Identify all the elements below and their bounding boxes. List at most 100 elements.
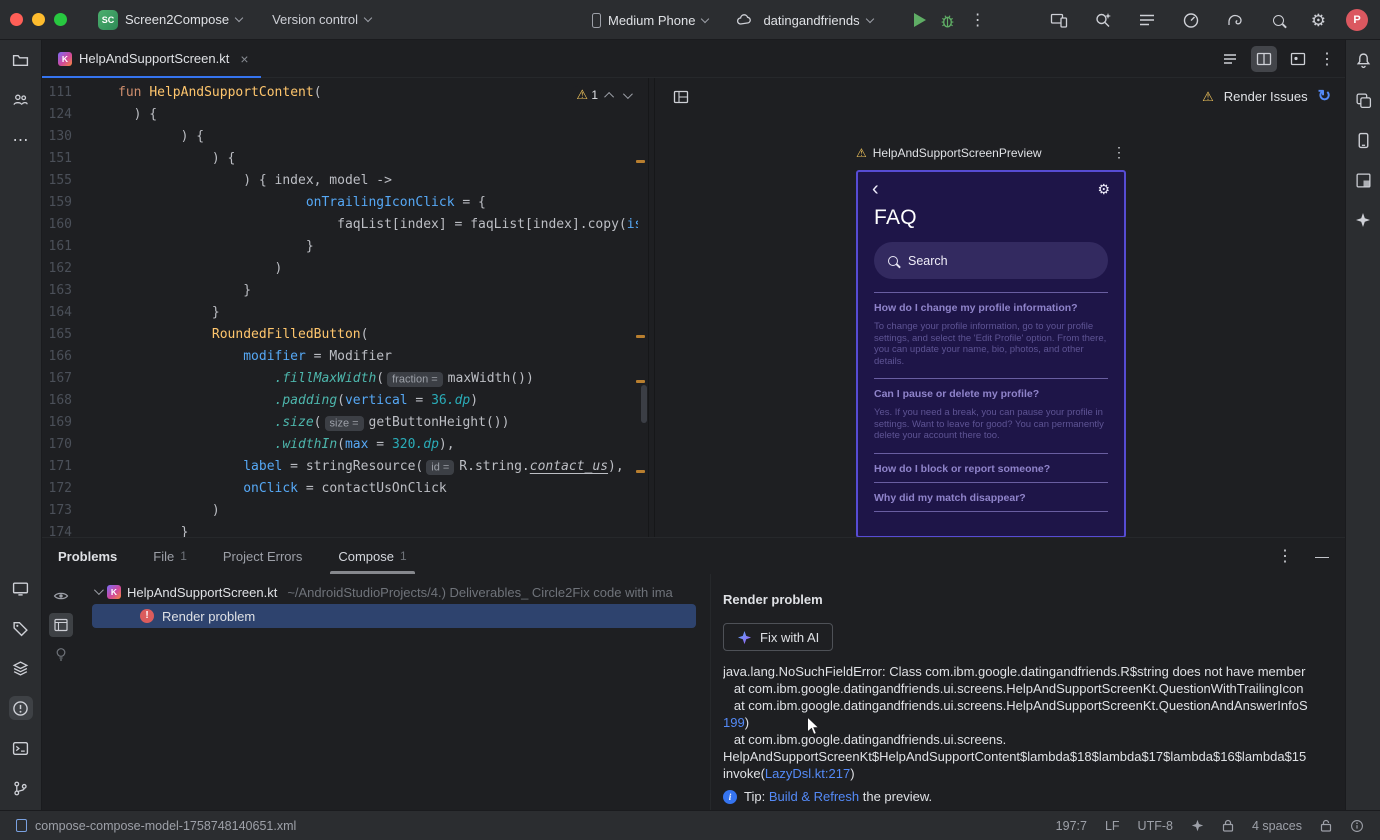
gutter-line-number[interactable]: 174 — [42, 522, 72, 537]
phone-preview-frame[interactable]: ‹ ⚙ FAQ Search How do I change my profil… — [856, 170, 1126, 537]
code-line[interactable]: ) { — [118, 126, 638, 148]
code-line[interactable]: ) { — [118, 104, 638, 126]
editor-tab[interactable]: K HelpAndSupportScreen.kt × — [42, 40, 261, 79]
render-problem-row[interactable]: ! Render problem — [92, 604, 696, 628]
problems-icon[interactable] — [8, 696, 33, 720]
code-line[interactable]: faqList[index] = faqList[index].copy(isE — [118, 214, 638, 236]
problems-file-row[interactable]: K HelpAndSupportScreen.kt ~/AndroidStudi… — [80, 580, 710, 604]
run-button[interactable] — [913, 13, 926, 27]
notifications-bell-icon[interactable] — [1351, 48, 1375, 72]
preview-toggle-eye-icon[interactable] — [49, 584, 73, 608]
next-issue-icon[interactable] — [622, 88, 633, 99]
gutter-line-number[interactable]: 171 — [42, 456, 72, 478]
debug-button[interactable] — [936, 8, 960, 32]
quickfix-bulb-icon[interactable] — [49, 642, 73, 666]
code-line[interactable]: .fillMaxWidth(fraction = maxWidth()) — [118, 368, 638, 390]
render-issues-label[interactable]: Render Issues — [1224, 89, 1308, 104]
gutter-line-number[interactable]: 165 — [42, 324, 72, 346]
code-line[interactable]: ) — [118, 500, 638, 522]
gutter-line-number[interactable]: 173 — [42, 500, 72, 522]
code-line[interactable]: fun HelpAndSupportContent( — [118, 82, 638, 104]
editor-layout-icon[interactable] — [669, 85, 693, 109]
task-list-icon[interactable] — [1135, 8, 1159, 32]
code-line[interactable]: label = stringResource(id = R.string.cont… — [118, 456, 638, 478]
build-icon[interactable] — [9, 656, 33, 680]
code-line[interactable]: ) { index, model -> — [118, 170, 638, 192]
problems-panel-title[interactable]: Problems — [58, 549, 117, 564]
design-view-icon[interactable] — [1285, 46, 1311, 72]
more-tool-windows-icon[interactable]: ⋯ — [9, 128, 33, 152]
warning-stripe-mark[interactable] — [636, 470, 645, 473]
fix-with-ai-button[interactable]: Fix with AI — [723, 623, 834, 651]
gutter-line-number[interactable]: 168 — [42, 390, 72, 412]
gutter-line-number[interactable]: 162 — [42, 258, 72, 280]
gutter-line-number[interactable]: 170 — [42, 434, 72, 456]
gutter-line-number[interactable]: 166 — [42, 346, 72, 368]
stack-trace-link[interactable]: LazyDsl.kt:217 — [765, 766, 850, 781]
users-icon[interactable] — [9, 88, 33, 112]
editor-options-kebab[interactable]: ⋮ — [1319, 49, 1335, 69]
caret-position[interactable]: 197:7 — [1056, 819, 1087, 833]
project-menu[interactable]: SC Screen2Compose — [91, 6, 249, 34]
project-folder-icon[interactable] — [9, 48, 33, 72]
code-line[interactable]: .widthIn(max = 320.dp), — [118, 434, 638, 456]
warning-stripe-mark[interactable] — [636, 335, 645, 338]
file-encoding[interactable]: UTF-8 — [1138, 819, 1173, 833]
user-avatar[interactable]: P — [1346, 9, 1368, 31]
chevron-down-icon[interactable] — [93, 584, 104, 595]
code-lines[interactable]: fun HelpAndSupportContent() {) {) {) { i… — [118, 82, 638, 537]
readonly-unlock-icon[interactable] — [1320, 819, 1332, 832]
problems-tab-project-errors[interactable]: Project Errors — [221, 538, 304, 574]
code-line[interactable]: ) { — [118, 148, 638, 170]
gutter-line-number[interactable]: 151 — [42, 148, 72, 170]
gemini-status-icon[interactable] — [1191, 819, 1204, 832]
layout-inspector-icon[interactable] — [1351, 168, 1375, 192]
gutter-line-number[interactable]: 164 — [42, 302, 72, 324]
problems-options-kebab[interactable]: ⋮ — [1277, 546, 1293, 566]
details-view-icon[interactable] — [49, 613, 73, 637]
gutter-line-number[interactable]: 163 — [42, 280, 72, 302]
run-options-kebab[interactable]: ⋮ — [970, 10, 986, 30]
code-line[interactable]: modifier = Modifier — [118, 346, 638, 368]
lock-icon[interactable] — [1222, 819, 1234, 832]
build-refresh-link[interactable]: Build & Refresh — [769, 789, 859, 804]
code-line[interactable]: } — [118, 280, 638, 302]
gutter-line-number[interactable]: 111 — [42, 82, 72, 104]
running-devices-icon[interactable] — [9, 576, 33, 600]
code-line[interactable]: .padding(vertical = 36.dp) — [118, 390, 638, 412]
search-icon[interactable] — [1267, 8, 1291, 32]
code-line[interactable]: ) — [118, 258, 638, 280]
device-selector[interactable]: Medium Phone — [585, 6, 715, 34]
settings-gear-icon[interactable]: ⚙ — [1311, 12, 1326, 29]
gutter-line-number[interactable]: 160 — [42, 214, 72, 236]
macos-zoom-button[interactable] — [54, 13, 67, 26]
problems-tab-file[interactable]: File 1 — [151, 538, 189, 574]
macos-minimize-button[interactable] — [32, 13, 45, 26]
vcs-menu[interactable]: Version control — [265, 6, 378, 34]
gutter-line-number[interactable]: 130 — [42, 126, 72, 148]
problems-tab-compose[interactable]: Compose 1 — [330, 538, 416, 574]
code-editor[interactable]: 111 124 130 151 155 159 160 161 162 163 164 165 166 1… — [42, 78, 648, 537]
editor-preview-splitter[interactable] — [648, 78, 655, 537]
code-line[interactable]: } — [118, 522, 638, 537]
previous-issue-icon[interactable] — [604, 91, 615, 102]
macos-close-button[interactable] — [10, 13, 23, 26]
code-line[interactable]: onTrailingIconClick = { — [118, 192, 638, 214]
code-line[interactable]: RoundedFilledButton( — [118, 324, 638, 346]
code-line[interactable]: } — [118, 236, 638, 258]
gutter-line-number[interactable]: 172 — [42, 478, 72, 500]
profiler-icon[interactable] — [1179, 8, 1203, 32]
gutter-line-number[interactable]: 167 — [42, 368, 72, 390]
ai-search-icon[interactable] — [1091, 8, 1115, 32]
editor-scrollbar[interactable] — [641, 385, 647, 423]
split-view-icon[interactable] — [1251, 45, 1277, 72]
line-separator[interactable]: LF — [1105, 819, 1120, 833]
code-line[interactable]: .size(size = getButtonHeight()) — [118, 412, 638, 434]
preview-title[interactable]: HelpAndSupportScreenPreview — [873, 146, 1042, 160]
code-view-icon[interactable] — [1217, 46, 1243, 72]
logcat-icon[interactable] — [9, 616, 33, 640]
close-tab-icon[interactable]: × — [240, 51, 248, 67]
code-line[interactable]: } — [118, 302, 638, 324]
warning-stripe-mark[interactable] — [636, 160, 645, 163]
gradle-icon[interactable] — [1223, 8, 1247, 32]
